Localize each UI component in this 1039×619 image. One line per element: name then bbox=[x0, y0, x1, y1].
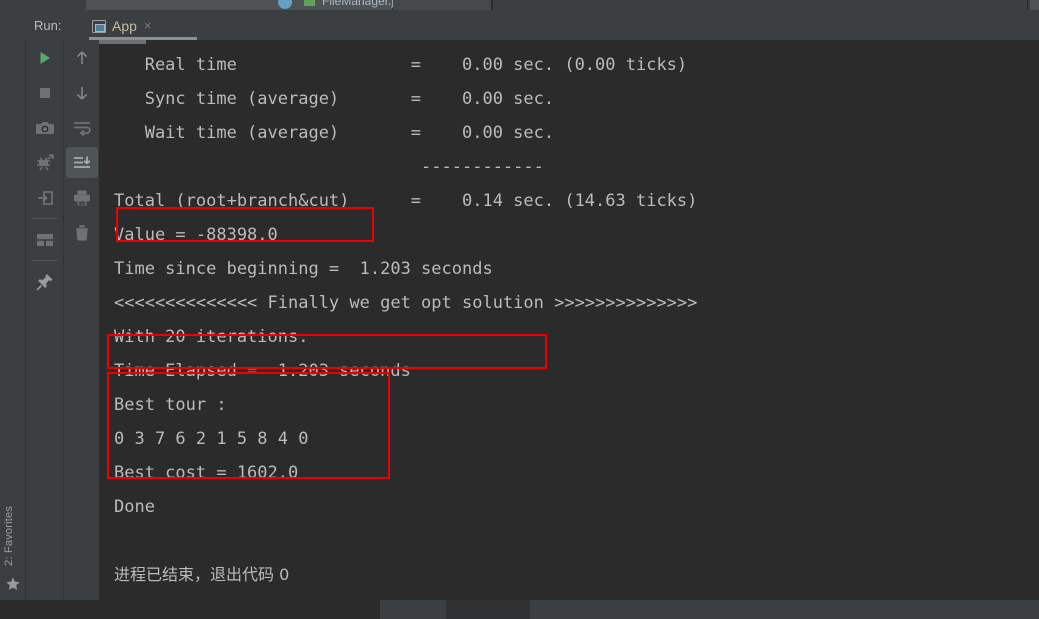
left-tool-window-bar: 2: Favorites bbox=[0, 40, 26, 600]
scroll-to-end-button[interactable] bbox=[64, 145, 100, 180]
bug-arrow-button[interactable] bbox=[27, 145, 63, 180]
printer-button[interactable] bbox=[64, 180, 100, 215]
arrow-down-button[interactable] bbox=[64, 75, 100, 110]
editor-tab-empty-area bbox=[495, 0, 1028, 10]
status-bar-segment bbox=[380, 600, 446, 619]
console-lines: Real time = 0.00 sec. (0.00 ticks) Sync … bbox=[99, 40, 697, 592]
console-line-best-cost: Best cost = 1602.0 bbox=[114, 463, 299, 483]
toolbar-separator bbox=[32, 260, 58, 261]
console-line: Time since beginning = 1.203 seconds bbox=[114, 259, 493, 279]
favorites-strip[interactable]: 2: Favorites bbox=[0, 461, 26, 600]
console-line-time-elapsed: Time Elapsed = 1.203 seconds bbox=[114, 361, 411, 381]
run-label: Run: bbox=[34, 18, 62, 33]
stop-button[interactable] bbox=[27, 75, 63, 110]
console-line-value: Value = -88398.0 bbox=[114, 225, 278, 245]
console-line-best-tour-values: 0 3 7 6 2 1 5 8 4 0 bbox=[114, 429, 309, 449]
console-line: Wait time (average) = 0.00 sec. bbox=[114, 123, 555, 143]
console-line: Total (root+branch&cut) = 0.14 sec. (14.… bbox=[114, 191, 698, 211]
dump-threads-button[interactable] bbox=[27, 110, 63, 145]
run-configuration-icon bbox=[92, 19, 106, 33]
console-line-best-tour-header: Best tour : bbox=[114, 395, 227, 415]
star-icon[interactable] bbox=[5, 576, 21, 592]
console-line: Sync time (average) = 0.00 sec. bbox=[114, 89, 555, 109]
status-bar-segment-active[interactable] bbox=[446, 600, 530, 619]
editor-tab-secondary[interactable] bbox=[393, 0, 493, 10]
class-icon bbox=[278, 0, 292, 9]
soft-wrap-button[interactable] bbox=[64, 110, 100, 145]
editor-tab-strip: FileManager.ja bbox=[0, 0, 1039, 11]
status-bar-right bbox=[530, 600, 1039, 619]
editor-tab-right-edge bbox=[1030, 0, 1039, 10]
status-bar bbox=[0, 600, 1039, 619]
console-line: Done bbox=[114, 497, 155, 517]
sidebar-item-favorites[interactable]: 2: Favorites bbox=[3, 506, 23, 566]
console-line: ------------ bbox=[114, 157, 544, 177]
export-arrow-button[interactable] bbox=[27, 180, 63, 215]
toolbar-separator bbox=[32, 218, 58, 219]
rerun-button[interactable] bbox=[27, 40, 63, 75]
editor-tab-filemanager[interactable]: FileManager.ja bbox=[86, 0, 401, 10]
console-line-exit-code: 进程已结束，退出代码 0 bbox=[114, 565, 290, 584]
ide-window: FileManager.ja Run: App × 2: Favorites R… bbox=[0, 0, 1039, 619]
layout-button[interactable] bbox=[27, 222, 63, 257]
run-tab-label: App bbox=[112, 17, 137, 34]
run-tool-window-header: Run: App × bbox=[0, 11, 1039, 40]
run-toolbar bbox=[27, 40, 99, 600]
status-bar-left bbox=[0, 600, 380, 619]
close-icon[interactable]: × bbox=[144, 19, 152, 32]
console-line: With 20 iterations. bbox=[114, 327, 309, 347]
console-line: <<<<<<<<<<<<<< Finally we get opt soluti… bbox=[114, 293, 698, 313]
pin-tab-button[interactable] bbox=[27, 264, 63, 299]
tab-separator bbox=[491, 0, 492, 10]
tab-separator bbox=[1027, 0, 1028, 10]
console-output[interactable]: Real time = 0.00 sec. (0.00 ticks) Sync … bbox=[99, 40, 1039, 600]
run-toolbar-left-column bbox=[27, 40, 63, 299]
run-tab-app[interactable]: App × bbox=[84, 11, 162, 40]
run-toolbar-right-column bbox=[64, 40, 100, 250]
editor-tab-label: FileManager.ja bbox=[322, 0, 401, 8]
console-line: Real time = 0.00 sec. (0.00 ticks) bbox=[114, 55, 688, 75]
modified-marker-icon bbox=[304, 0, 315, 6]
arrow-up-button[interactable] bbox=[64, 40, 100, 75]
clear-all-button[interactable] bbox=[64, 215, 100, 250]
